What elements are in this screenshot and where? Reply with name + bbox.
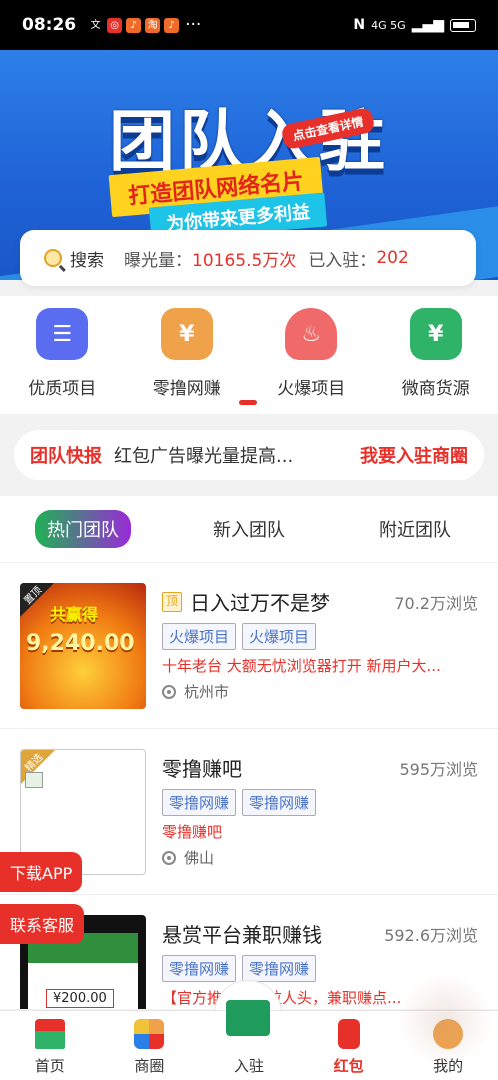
item-tags: 零撸网赚 零撸网赚 <box>162 955 317 982</box>
item-tag: 零撸网赚 <box>242 789 317 816</box>
category-hot-projects[interactable]: ♨ 火爆项目 <box>249 296 374 414</box>
item-title: 零撸赚吧 <box>162 757 242 781</box>
item-title-row: 悬赏平台兼职赚钱 592.6万浏览 <box>162 919 478 948</box>
team-tabs: 热门团队 新入团队 附近团队 <box>0 496 498 562</box>
pinned-badge: 顶 <box>162 591 182 612</box>
home-icon <box>34 1019 65 1049</box>
item-thumbnail: 共赢得 9,240.00 置顶 <box>20 583 146 709</box>
pencil-icon <box>226 1000 270 1036</box>
contact-service-button[interactable]: 联系客服 <box>0 904 85 944</box>
ticker-title: 团队快报 <box>30 446 102 467</box>
signal-bars-icon: ▂▄▆ <box>411 17 444 33</box>
exposure-label: 曝光量： <box>124 250 192 271</box>
list-item[interactable]: 共赢得 9,240.00 置顶 顶 日入过万不是梦 70.2万浏览 火爆项目 火… <box>0 563 498 729</box>
translate-icon: 文 <box>90 19 101 31</box>
app-notification-icon-3: ♪ <box>164 17 180 33</box>
app-notification-icon-2: ♪ <box>126 17 142 33</box>
item-views: 595万浏览 <box>399 759 478 779</box>
category-label: 零撸网赚 <box>152 379 221 399</box>
item-description: 零撸赚吧 <box>162 823 223 841</box>
nav-label: 红包 <box>333 1057 364 1075</box>
thumb-amount: ¥200.00 <box>46 989 114 1008</box>
joined-label: 已入驻： <box>308 250 377 271</box>
ticker-section: 团队快报 红包广告曝光量提高... 我要入驻商圈 <box>0 414 498 496</box>
item-location: 杭州市 <box>162 681 229 702</box>
tab-hot-teams[interactable]: 热门团队 <box>35 510 131 548</box>
status-time: 08:26 <box>22 15 77 35</box>
status-bar: 08:26 文 ◎ ♪ 淘 ♪ ··· N 4G 5G ▂▄▆ <box>0 0 498 50</box>
item-title: 悬赏平台兼职赚钱 <box>162 923 322 947</box>
item-views: 592.6万浏览 <box>384 925 478 945</box>
news-ticker[interactable]: 团队快报 红包广告曝光量提高... 我要入驻商圈 <box>14 430 484 480</box>
item-description: 十年老台 大额无忧浏览器打开 新用户大... <box>162 657 441 675</box>
page-indicator <box>239 400 257 405</box>
item-tag: 零撸网赚 <box>162 955 237 982</box>
document-search-icon: ☰ <box>36 308 89 360</box>
search-icon[interactable] <box>44 249 62 267</box>
flame-icon: ♨ <box>285 308 338 360</box>
watermark-logo <box>400 970 490 1070</box>
taobao-icon: 淘 <box>145 17 161 33</box>
search-stats-card: 搜索 曝光量： 10165.5万次 已入驻： 202 <box>20 230 476 286</box>
download-app-button[interactable]: 下载APP <box>0 852 83 892</box>
category-label: 火爆项目 <box>277 379 346 399</box>
nav-label: 入驻 <box>233 1057 264 1075</box>
app-notification-icon: ◎ <box>107 17 123 33</box>
money-bag-icon: ¥ <box>160 308 213 360</box>
nav-red-packet[interactable]: 红包 <box>299 1011 399 1080</box>
joined-value: 202 <box>376 248 409 268</box>
thumb-subtext: 共赢得 <box>50 605 99 624</box>
ticker-text[interactable]: 红包广告曝光量提高... <box>114 442 350 468</box>
nav-business-circle[interactable]: 商圈 <box>100 1011 200 1080</box>
exposure-value: 10165.5万次 <box>192 250 297 271</box>
battery-icon <box>450 18 476 32</box>
item-title-row: 零撸赚吧 595万浏览 <box>162 753 478 782</box>
thumb-amount: 9,240.00 <box>26 631 135 656</box>
item-location: 佛山 <box>162 847 214 868</box>
category-quality-projects[interactable]: ☰ 优质项目 <box>0 296 125 414</box>
item-title-row: 顶 日入过万不是梦 70.2万浏览 <box>162 587 478 616</box>
location-text: 佛山 <box>184 849 215 867</box>
category-zero-cost[interactable]: ¥ 零撸网赚 <box>125 296 250 414</box>
join-circle-button[interactable]: 我要入驻商圈 <box>360 442 468 468</box>
item-tags: 零撸网赚 零撸网赚 <box>162 789 317 816</box>
status-right: N 4G 5G ▂▄▆ <box>353 17 476 33</box>
item-tag: 火爆项目 <box>242 623 317 650</box>
location-pin-icon <box>162 684 176 699</box>
search-button[interactable]: 搜索 <box>70 246 104 271</box>
coin-bag-icon: ¥ <box>409 308 462 360</box>
more-notifications-icon: ··· <box>185 15 202 35</box>
location-text: 杭州市 <box>184 683 230 701</box>
tab-new-teams[interactable]: 新入团队 <box>201 510 297 548</box>
category-grid: ☰ 优质项目 ¥ 零撸网赚 ♨ 火爆项目 ¥ 微商货源 <box>0 296 498 414</box>
nav-label: 首页 <box>34 1057 65 1075</box>
item-tags: 火爆项目 火爆项目 <box>162 623 317 650</box>
nav-home[interactable]: 首页 <box>0 1011 100 1080</box>
item-tag: 零撸网赚 <box>162 789 237 816</box>
location-pin-icon <box>162 850 176 865</box>
category-wechat-goods[interactable]: ¥ 微商货源 <box>374 296 498 414</box>
signal-icon: 4G 5G <box>371 18 406 32</box>
item-views: 70.2万浏览 <box>394 593 478 613</box>
tab-nearby-teams[interactable]: 附近团队 <box>367 510 463 548</box>
item-tag: 零撸网赚 <box>242 955 317 982</box>
item-tag: 火爆项目 <box>162 623 237 650</box>
red-packet-icon <box>337 1019 360 1049</box>
category-label: 优质项目 <box>28 379 97 399</box>
nav-label: 商圈 <box>134 1057 165 1075</box>
grid-icon <box>134 1019 165 1049</box>
category-label: 微商货源 <box>401 379 470 399</box>
broken-image-icon <box>25 772 43 788</box>
item-title: 日入过万不是梦 <box>190 591 330 615</box>
nfc-icon: N <box>353 17 366 33</box>
